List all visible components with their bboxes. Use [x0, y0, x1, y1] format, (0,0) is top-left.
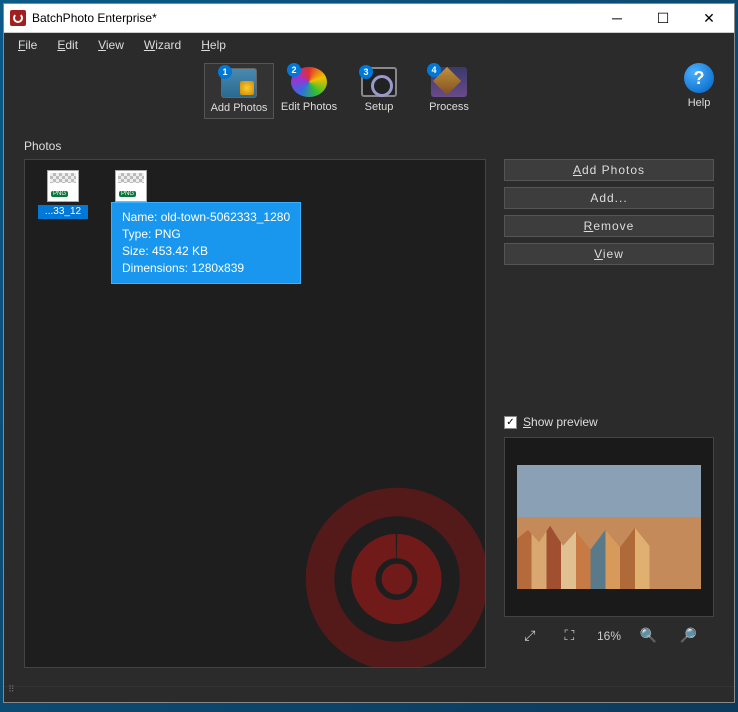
- toolbar-edit-photos-label: Edit Photos: [281, 101, 337, 113]
- menu-view[interactable]: View: [88, 35, 134, 55]
- show-preview-checkbox[interactable]: ✓: [504, 416, 517, 429]
- help-icon: ?: [684, 63, 714, 93]
- thumbnail-0[interactable]: ...33_12: [39, 170, 87, 219]
- photos-panel: ...33_12 Name: old-town-5062333_1280 Typ…: [24, 159, 486, 668]
- logo-spiral: [265, 447, 485, 667]
- preview-controls: ⤢ ⛶ 16% 🔍 🔎: [504, 627, 714, 644]
- setup-icon: 3: [361, 67, 397, 97]
- toolbar-add-photos-label: Add Photos: [211, 102, 268, 114]
- menu-wizard[interactable]: Wizard: [134, 35, 191, 55]
- photos-section-label: Photos: [24, 139, 714, 153]
- toolbar-help[interactable]: ? Help: [674, 63, 724, 109]
- menu-edit[interactable]: Edit: [47, 35, 88, 55]
- file-tooltip: Name: old-town-5062333_1280 Type: PNG Si…: [111, 202, 301, 284]
- menubar: File Edit View Wizard Help: [4, 33, 734, 57]
- toolbar-setup[interactable]: 3 Setup: [344, 63, 414, 119]
- fit-screen-icon[interactable]: ⤢: [518, 627, 542, 644]
- preview-box: [504, 437, 714, 617]
- maximize-button[interactable]: ☐: [640, 4, 686, 32]
- window-title: BatchPhoto Enterprise*: [32, 11, 594, 25]
- zoom-in-icon[interactable]: 🔍: [637, 627, 661, 644]
- add-photos-button[interactable]: Add Photos: [504, 159, 714, 181]
- add-photos-icon: 1: [221, 68, 257, 98]
- png-file-icon: [47, 170, 79, 202]
- zoom-percent: 16%: [597, 629, 621, 643]
- resize-grip[interactable]: ⠿: [8, 687, 22, 701]
- minimize-button[interactable]: ─: [594, 4, 640, 32]
- preview-image: [517, 465, 701, 589]
- preview-block: ✓ Show preview ⤢ ⛶ 16% 🔍 🔎: [504, 415, 714, 644]
- close-button[interactable]: ✕: [686, 4, 732, 32]
- menu-help[interactable]: Help: [191, 35, 236, 55]
- toolbar-setup-label: Setup: [365, 101, 394, 113]
- png-file-icon: [115, 170, 147, 202]
- toolbar-process-label: Process: [429, 101, 469, 113]
- body-area: Photos ...33_12: [4, 129, 734, 686]
- remove-button[interactable]: Remove: [504, 215, 714, 237]
- toolbar-help-label: Help: [688, 97, 711, 109]
- fullscreen-icon[interactable]: ⛶: [557, 627, 581, 644]
- zoom-out-icon[interactable]: 🔎: [676, 627, 700, 644]
- right-column: Add Photos Add... Remove View ✓ Show pre…: [504, 159, 714, 668]
- process-icon: 4: [431, 67, 467, 97]
- toolbar-add-photos[interactable]: 1 Add Photos: [204, 63, 274, 119]
- titlebar: BatchPhoto Enterprise* ─ ☐ ✕: [4, 4, 734, 33]
- view-button[interactable]: View: [504, 243, 714, 265]
- app-icon: [10, 10, 26, 26]
- app-window: BatchPhoto Enterprise* ─ ☐ ✕ File Edit V…: [3, 3, 735, 703]
- statusbar: ⠿: [4, 686, 734, 702]
- toolbar-process[interactable]: 4 Process: [414, 63, 484, 119]
- edit-photos-icon: 2: [291, 67, 327, 97]
- add-button[interactable]: Add...: [504, 187, 714, 209]
- show-preview-label: Show preview: [523, 415, 598, 429]
- menu-file[interactable]: File: [8, 35, 47, 55]
- toolbar-edit-photos[interactable]: 2 Edit Photos: [274, 63, 344, 119]
- thumbnail-0-label: ...33_12: [38, 205, 88, 219]
- toolbar: 1 Add Photos 2 Edit Photos 3 Setup 4 Pro…: [4, 57, 734, 129]
